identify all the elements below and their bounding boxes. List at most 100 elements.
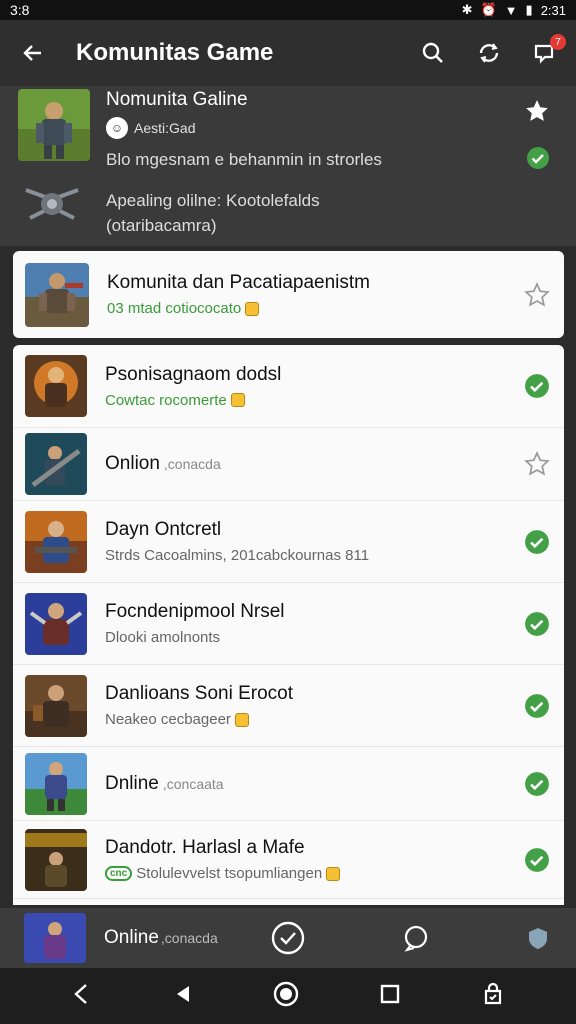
favorite-button[interactable] bbox=[524, 98, 550, 129]
community-author: ☺ Aesti:Gad bbox=[106, 117, 558, 139]
list-item-inline: ,conacda bbox=[163, 456, 221, 472]
list-item[interactable]: Focndenipmool Nrsel Dlooki amolnonts bbox=[13, 583, 564, 665]
list-item[interactable]: Danlioans Soni Erocot Neakeo cecbageer bbox=[13, 665, 564, 747]
community-title: Nomunita Galine bbox=[106, 89, 248, 110]
status-time: 3:8 bbox=[10, 2, 30, 18]
notifications-button[interactable]: 7 bbox=[530, 34, 566, 68]
wifi-icon: ▼ bbox=[504, 2, 518, 18]
list-item[interactable]: Onlion ,conacda bbox=[13, 428, 564, 501]
coin-icon bbox=[230, 393, 245, 407]
description-line-2: (otaribacamra) bbox=[106, 216, 217, 235]
star-outline-icon[interactable] bbox=[524, 451, 550, 477]
list-item-subtitle-text: Stolulevvelst tsopumliangen bbox=[136, 865, 323, 882]
chevron-left-icon bbox=[74, 983, 87, 1004]
app-bar: Komunitas Game 7 bbox=[0, 20, 576, 86]
community-tagline: Blo mgesnam e behanmin in strorles bbox=[106, 150, 382, 169]
author-avatar-icon: ☺ bbox=[106, 117, 128, 139]
game-thumbnail bbox=[25, 510, 87, 573]
list-item-title: Psonisagnaom dodsl bbox=[105, 363, 282, 385]
coin-icon bbox=[326, 866, 341, 881]
nav-home-button[interactable] bbox=[273, 981, 299, 1012]
star-outline-icon[interactable] bbox=[524, 281, 550, 308]
check-circle-outline-icon bbox=[271, 921, 305, 955]
check-circle-icon bbox=[524, 693, 550, 719]
list-item-title: Dandotr. Harlasl a Mafe bbox=[105, 837, 305, 858]
list-item-subtitle: Cowtac rocomerte bbox=[105, 392, 524, 409]
community-header: Nomunita Galine ☺ Aesti:Gad Blo mgesnam … bbox=[0, 86, 576, 246]
list-item-subtitle-text: Neakeo cecbageer bbox=[105, 711, 231, 728]
game-thumbnail bbox=[18, 89, 90, 161]
bottom-label-text: Online bbox=[104, 927, 159, 948]
list-item[interactable]: Dandotr. Harlasl a Mafe cnc Stolulevvels… bbox=[13, 821, 564, 899]
community-list: Psonisagnaom dodsl Cowtac rocomerte Onli… bbox=[13, 345, 564, 905]
list-item-subtitle: Dlooki amolnonts bbox=[105, 629, 221, 646]
confirm-button[interactable] bbox=[270, 920, 306, 961]
chat-bubble-icon bbox=[404, 925, 428, 952]
list-item-title: Danlioans Soni Erocot bbox=[105, 683, 293, 704]
check-circle-icon bbox=[524, 529, 550, 555]
nav-play-button[interactable] bbox=[173, 984, 193, 1009]
square-icon bbox=[380, 984, 399, 1003]
list-item[interactable]: Dayn Ontcretl Strds Cacoalmins, 201cabck… bbox=[13, 501, 564, 583]
game-thumbnail bbox=[25, 433, 87, 495]
shield-button[interactable] bbox=[526, 926, 550, 955]
description-line-1: Apealing olilne: Kootolefalds bbox=[106, 191, 320, 210]
featured-title: Komunita dan Pacatiapaenistm bbox=[107, 272, 370, 293]
list-item[interactable]: Psonisagnaom dodsl Cowtac rocomerte bbox=[13, 345, 564, 428]
bottom-label-inline: ,conacda bbox=[160, 930, 218, 946]
game-thumbnail bbox=[25, 355, 87, 417]
search-icon bbox=[422, 42, 443, 63]
notification-badge: 7 bbox=[550, 34, 566, 50]
nav-back-button[interactable] bbox=[70, 982, 94, 1011]
list-item[interactable]: Dnline ,concaata bbox=[13, 747, 564, 821]
coin-icon bbox=[245, 301, 260, 316]
list-item-subtitle: cnc Stolulevvelst tsopumliangen bbox=[105, 865, 524, 882]
nav-recents-button[interactable] bbox=[379, 983, 401, 1010]
home-circle-icon bbox=[273, 981, 299, 1006]
game-thumbnail bbox=[25, 262, 89, 327]
author-name: Aesti:Gad bbox=[134, 120, 196, 136]
check-circle-icon bbox=[524, 373, 550, 399]
check-circle-icon bbox=[524, 771, 550, 797]
bluetooth-icon: ✱ bbox=[461, 2, 473, 17]
shield-icon bbox=[529, 928, 547, 949]
list-item-inline: ,concaata bbox=[162, 775, 224, 792]
list-item-title: Dayn Ontcretl bbox=[105, 519, 222, 540]
arrow-left-icon bbox=[23, 45, 41, 61]
system-nav-bar bbox=[0, 968, 576, 1024]
status-clock: 2:31 bbox=[540, 2, 566, 18]
status-pill: cnc bbox=[105, 866, 133, 881]
chat-button[interactable] bbox=[402, 924, 430, 957]
coin-icon bbox=[234, 712, 249, 727]
list-item-subtitle: Strds Cacoalmins, 201cabckournas 811 bbox=[105, 547, 370, 564]
list-item-title: Dnline ,concaata bbox=[105, 773, 524, 795]
list-item-title: Focndenipmool Nrsel bbox=[105, 601, 285, 622]
alarm-icon: ⏰ bbox=[480, 2, 497, 17]
bottom-label: Online ,conacda bbox=[104, 927, 218, 949]
status-bar: 3:8 ✱ ⏰ ▼ ▮ 2:31 bbox=[0, 0, 576, 20]
check-circle-icon bbox=[524, 611, 550, 637]
game-thumbnail bbox=[25, 752, 87, 815]
featured-subtitle: 03 mtad cotiococato bbox=[107, 300, 524, 317]
list-item-subtitle-text: Cowtac rocomerte bbox=[105, 391, 227, 409]
featured-community-card[interactable]: Komunita dan Pacatiapaenistm 03 mtad cot… bbox=[13, 251, 564, 338]
search-button[interactable] bbox=[418, 38, 448, 68]
status-icons: ✱ ⏰ ▼ ▮ 2:31 bbox=[462, 2, 566, 18]
list-item-title-text: Dnline bbox=[105, 772, 159, 794]
verified-icon bbox=[526, 146, 550, 175]
back-button[interactable] bbox=[16, 36, 50, 70]
triangle-left-icon bbox=[177, 985, 190, 1002]
list-item-title: Onlion ,conacda bbox=[105, 453, 524, 475]
refresh-button[interactable] bbox=[474, 38, 504, 68]
game-thumbnail bbox=[25, 592, 87, 655]
battery-icon: ▮ bbox=[525, 2, 533, 17]
game-thumbnail bbox=[25, 674, 87, 737]
bottom-action-bar: Online ,conacda bbox=[0, 908, 576, 968]
lock-bag-icon bbox=[485, 982, 502, 1004]
nav-assistant-button[interactable] bbox=[480, 981, 506, 1012]
drone-icon bbox=[22, 174, 82, 230]
list-item-subtitle: Neakeo cecbageer bbox=[105, 711, 524, 728]
list-item-title-text: Onlion bbox=[105, 453, 160, 474]
star-icon bbox=[526, 100, 548, 121]
game-thumbnail bbox=[25, 828, 87, 891]
